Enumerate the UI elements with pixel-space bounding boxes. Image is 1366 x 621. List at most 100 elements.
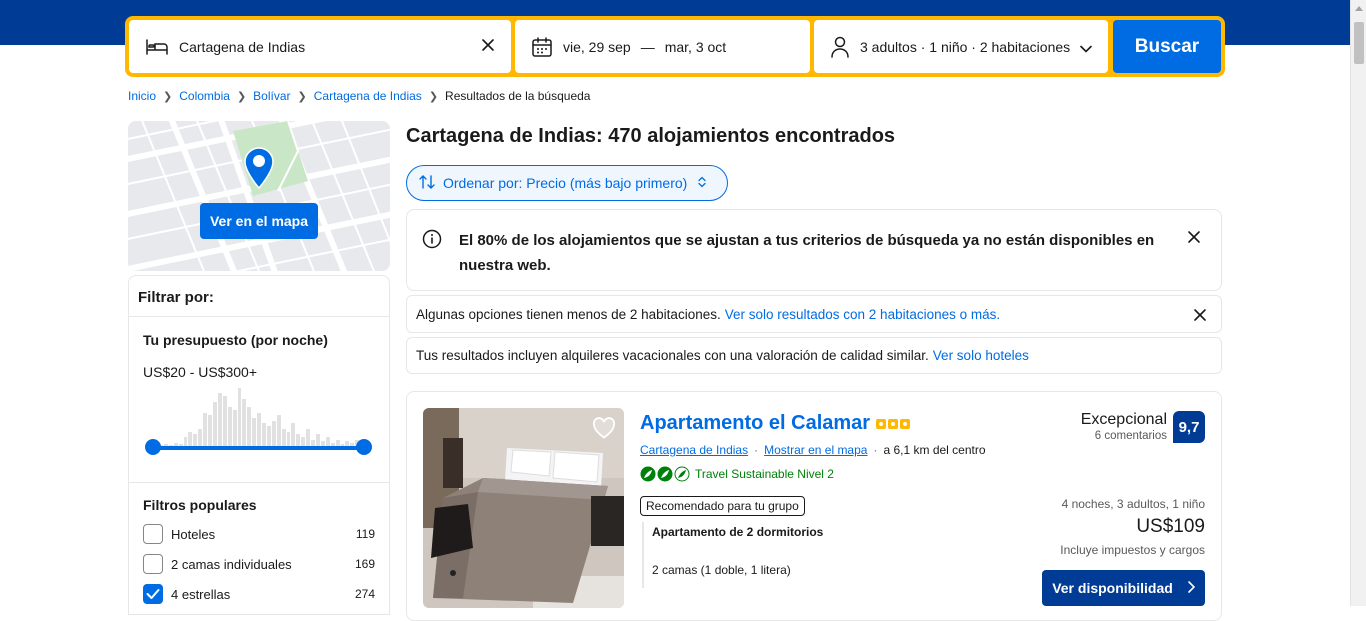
histogram-bar: [212, 401, 217, 448]
see-availability-button[interactable]: Ver disponibilidad: [1042, 570, 1205, 606]
breadcrumb: Inicio ❯ Colombia ❯ Bolívar ❯ Cartagena …: [128, 89, 590, 103]
budget-slider-max-handle[interactable]: [356, 439, 372, 455]
message-text: Tus resultados incluyen alquileres vacac…: [416, 348, 929, 363]
histogram-bar: [203, 412, 208, 448]
taxes-note: Incluye impuestos y cargos: [1060, 543, 1205, 557]
scroll-up-arrow-icon[interactable]: [1355, 6, 1363, 11]
popular-filters-heading: Filtros populares: [143, 497, 257, 513]
filters-heading: Filtrar por:: [138, 289, 214, 306]
sort-label: Ordenar por: Precio (más bajo primero): [443, 175, 688, 191]
chevron-right-icon: ❯: [236, 90, 247, 103]
date-separator: —: [640, 38, 655, 55]
divider: [129, 482, 389, 483]
filter-option-hotels[interactable]: Hoteles 119: [143, 523, 375, 545]
histogram-bar: [257, 412, 262, 448]
show-on-map-link[interactable]: Mostrar en el mapa: [764, 443, 867, 457]
updown-chevron-icon: [697, 175, 707, 191]
map-pin-icon: [244, 147, 274, 194]
availability-notice: El 80% de los alojamientos que se ajusta…: [406, 209, 1222, 291]
close-icon[interactable]: [1193, 308, 1207, 325]
sort-arrows-icon: [419, 174, 435, 192]
filter-count: 119: [355, 527, 375, 541]
breadcrumb-city[interactable]: Cartagena de Indias: [314, 89, 422, 103]
show-on-map-button[interactable]: Ver en el mapa: [200, 203, 318, 239]
distance-text: a 6,1 km del centro: [883, 443, 986, 457]
sort-dropdown[interactable]: Ordenar por: Precio (más bajo primero): [406, 165, 728, 201]
destination-value[interactable]: Cartagena de Indias: [179, 39, 305, 55]
histogram-bar: [242, 398, 247, 448]
heart-icon[interactable]: [590, 414, 618, 442]
filter-label: 4 estrellas: [171, 586, 231, 602]
filter-option-twin-beds[interactable]: 2 camas individuales 169: [143, 553, 375, 575]
budget-slider-track[interactable]: [153, 446, 364, 450]
info-icon: [422, 229, 442, 254]
checkmark-icon: [146, 589, 160, 599]
review-count: 6 comentarios: [1094, 430, 1167, 442]
budget-heading: Tu presupuesto (por noche): [143, 332, 328, 348]
clear-destination-icon[interactable]: [481, 37, 495, 55]
breadcrumb-current: Resultados de la búsqueda: [445, 89, 591, 103]
filters-panel: Filtrar por: Tu presupuesto (por noche) …: [128, 275, 390, 615]
scroll-thumb[interactable]: [1354, 22, 1364, 64]
budget-range: US$20 - US$300+: [143, 364, 258, 380]
filter-label: Hoteles: [171, 526, 216, 542]
stay-details: 4 noches, 3 adultos, 1 niño: [1061, 497, 1205, 511]
chevron-right-icon: ❯: [163, 90, 173, 103]
score-text-block: Excepcional 6 comentarios: [1081, 411, 1167, 442]
property-name-text[interactable]: Apartamento el Calamar: [640, 412, 870, 435]
search-button[interactable]: Buscar: [1113, 20, 1221, 73]
message-text: Algunas opciones tienen menos de 2 habit…: [416, 306, 721, 322]
filter-option-4-stars[interactable]: 4 estrellas 274: [143, 583, 375, 605]
breadcrumb-country[interactable]: Colombia: [179, 89, 230, 103]
histogram-bar: [276, 415, 281, 448]
separator-dot: ·: [754, 443, 759, 457]
star-icon: [900, 418, 911, 429]
search-bar: Cartagena de Indias vie, 29 sep — mar, 3…: [125, 16, 1225, 77]
dates-field[interactable]: vie, 29 sep — mar, 3 oct: [515, 20, 810, 73]
chevron-down-icon[interactable]: [1080, 40, 1092, 56]
person-icon: [830, 36, 850, 58]
map-preview[interactable]: Ver en el mapa: [128, 121, 390, 271]
bed-configuration: 2 camas (1 doble, 1 litera): [652, 563, 791, 577]
vacation-rentals-message: Tus resultados incluyen alquileres vacac…: [406, 337, 1222, 374]
hotels-only-link[interactable]: Ver solo hoteles: [933, 348, 1029, 363]
close-icon[interactable]: [1187, 230, 1201, 249]
location-link[interactable]: Cartagena de Indias: [640, 443, 748, 457]
two-rooms-link[interactable]: Ver solo resultados con 2 habitaciones o…: [725, 307, 1000, 322]
checkout-date[interactable]: mar, 3 oct: [665, 39, 726, 55]
checkbox[interactable]: [143, 554, 163, 574]
property-name[interactable]: Apartamento el Calamar: [640, 412, 911, 435]
budget-slider-min-handle[interactable]: [145, 439, 161, 455]
room-count-message: Algunas opciones tienen menos de 2 habit…: [406, 295, 1222, 333]
results-heading: Cartagena de Indias: 470 alojamientos en…: [406, 125, 896, 147]
sustainability-badge[interactable]: Travel Sustainable Nivel 2: [640, 466, 834, 482]
filter-count: 274: [354, 587, 375, 601]
guests-field[interactable]: 3 adultos · 1 niño · 2 habitaciones: [814, 20, 1108, 73]
checkin-date[interactable]: vie, 29 sep: [563, 39, 631, 55]
location-line: Cartagena de Indias · Mostrar en el mapa…: [640, 443, 986, 457]
histogram-bar: [271, 420, 276, 448]
breadcrumb-home[interactable]: Inicio: [128, 89, 156, 103]
histogram-bar: [232, 409, 237, 448]
room-info-bar: [642, 522, 644, 588]
breadcrumb-region[interactable]: Bolívar: [253, 89, 290, 103]
chevron-right-icon: [1187, 580, 1195, 596]
sustainability-label: Travel Sustainable Nivel 2: [695, 467, 834, 481]
page-scrollbar[interactable]: [1350, 0, 1366, 606]
histogram-bar: [266, 426, 271, 448]
notice-text: El 80% de los alojamientos que se ajusta…: [459, 232, 1155, 274]
see-availability-label: Ver disponibilidad: [1052, 580, 1173, 596]
chevron-right-icon: ❯: [428, 90, 439, 103]
histogram-bar: [237, 388, 242, 448]
bed-icon: [145, 37, 169, 57]
checkbox[interactable]: [143, 524, 163, 544]
destination-field[interactable]: Cartagena de Indias: [129, 20, 511, 73]
review-score[interactable]: Excepcional 6 comentarios 9,7: [1081, 411, 1205, 443]
price: US$109: [1136, 516, 1205, 537]
guests-value[interactable]: 3 adultos · 1 niño · 2 habitaciones: [860, 39, 1070, 55]
property-card: Apartamento el Calamar Cartagena de Indi…: [406, 391, 1222, 621]
star-icon: [888, 418, 899, 429]
separator-dot: ·: [873, 443, 878, 457]
score-label: Excepcional: [1080, 411, 1167, 428]
checkbox[interactable]: [143, 584, 163, 604]
